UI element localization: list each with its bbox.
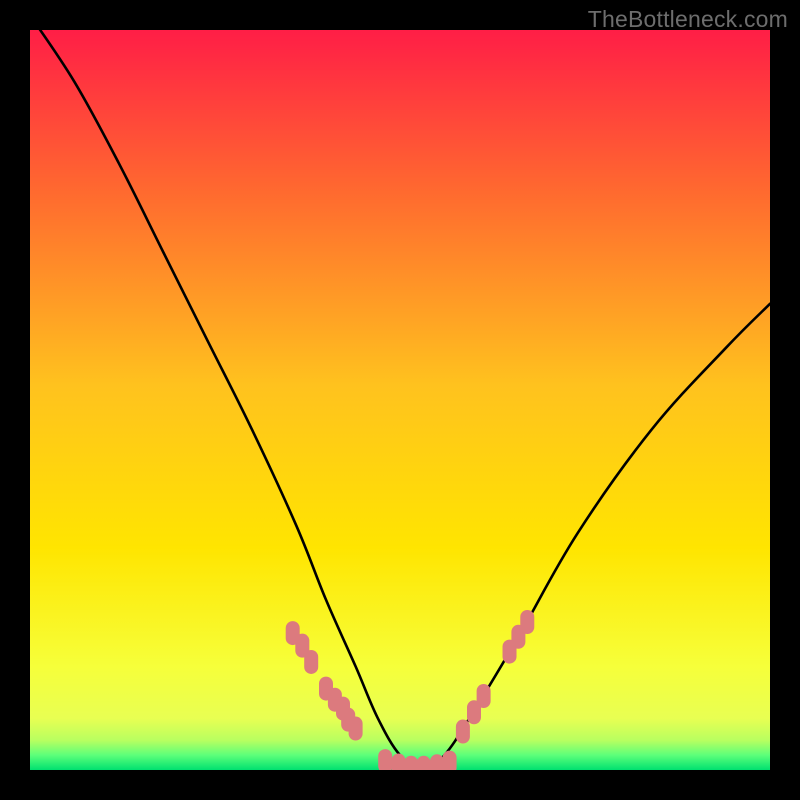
data-marker	[392, 754, 406, 770]
plot-area	[30, 30, 770, 770]
chart-frame: TheBottleneck.com	[0, 0, 800, 800]
data-marker	[349, 717, 363, 741]
data-marker	[417, 756, 431, 770]
data-marker	[443, 751, 457, 770]
data-marker	[404, 756, 418, 770]
data-marker	[456, 720, 470, 744]
data-marker	[378, 749, 392, 770]
watermark-text: TheBottleneck.com	[588, 6, 788, 33]
gradient-background	[30, 30, 770, 770]
data-marker	[477, 684, 491, 708]
chart-svg	[30, 30, 770, 770]
data-marker	[304, 650, 318, 674]
data-marker	[430, 754, 444, 770]
data-marker	[520, 610, 534, 634]
